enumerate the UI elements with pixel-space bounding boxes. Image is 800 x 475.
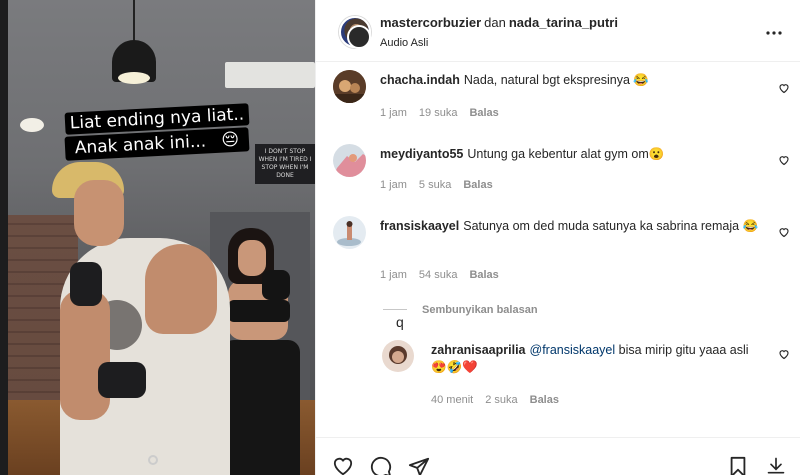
caption-line-2: Anak anak ini... — [69, 130, 212, 161]
send-icon[interactable] — [408, 456, 432, 475]
person-one-glove-right — [98, 362, 146, 398]
comment-text: chacha.indah Nada, natural bgt ekspresiny… — [380, 72, 775, 89]
comment-username[interactable]: fransiskaayel — [380, 219, 459, 233]
comment-text: fransiskaayel Satunya om ded muda satunya… — [380, 218, 775, 235]
comment-list[interactable]: chacha.indah Nada, natural bgt ekspresiny… — [316, 62, 800, 437]
reply-username[interactable]: zahranisaaprilia — [431, 343, 526, 357]
reply-text: zahranisaaprilia @fransiskaayel bisa miri… — [431, 342, 771, 376]
person-two-glove — [262, 270, 290, 300]
reply-button[interactable]: Balas — [469, 269, 498, 281]
post-header: mastercorbuzier dan nada_tarina_putri Audi… — [316, 0, 800, 62]
thread-divider — [383, 309, 407, 310]
comment-username[interactable]: chacha.indah — [380, 73, 460, 87]
lamp-wire — [133, 0, 135, 42]
person-two-face — [238, 240, 266, 276]
avatar-secondary[interactable] — [347, 25, 371, 49]
comment-time[interactable]: 1 jam — [380, 269, 407, 281]
video-caption: Liat ending nya liat.. Anak anak ini... … — [62, 103, 252, 162]
person-one-shoulder — [145, 244, 217, 334]
avatar[interactable] — [333, 216, 366, 249]
heart-icon[interactable] — [778, 226, 791, 239]
author-username[interactable]: mastercorbuzier — [380, 15, 481, 30]
heart-icon[interactable] — [332, 456, 356, 475]
video-indicator-icon — [148, 455, 158, 465]
author-separator: dan — [484, 15, 506, 30]
reply-button[interactable]: Balas — [463, 179, 492, 191]
comment-meta: 1 jam 5 suka Balas — [380, 179, 505, 191]
comment-body: Satunya om ded muda satunya ka sabrina r… — [463, 219, 759, 233]
comment-likes[interactable]: 19 suka — [419, 107, 458, 119]
comment-likes[interactable]: 5 suka — [419, 179, 451, 191]
post-authors: mastercorbuzier dan nada_tarina_putri — [380, 15, 618, 30]
person-one-face — [74, 180, 124, 246]
comment-icon[interactable] — [370, 456, 394, 475]
lamp-glow — [118, 72, 150, 84]
reply-likes[interactable]: 2 suka — [485, 394, 517, 406]
download-icon[interactable] — [766, 456, 790, 475]
heart-icon[interactable] — [778, 348, 791, 361]
comment-meta: 1 jam 19 suka Balas — [380, 107, 511, 119]
action-bar — [316, 437, 800, 475]
reply-button[interactable]: Balas — [469, 107, 498, 119]
person-two-top — [228, 300, 290, 322]
gym-sign: I DON'T STOP WHEN I'M TIRED I STOP WHEN … — [255, 144, 315, 184]
comment-text: meydiyanto55 Untung ga kebentur alat gym … — [380, 146, 775, 163]
comment-time[interactable]: 1 jam — [380, 179, 407, 191]
reply-meta: 40 menit 2 suka Balas — [431, 394, 571, 406]
reply-mention[interactable]: @fransiskaayel — [530, 343, 616, 357]
air-conditioner — [225, 62, 315, 88]
heart-icon[interactable] — [778, 154, 791, 167]
comment-meta: 1 jam 54 suka Balas — [380, 269, 511, 281]
person-one-glove-left — [70, 262, 102, 306]
caption-emoji: 😔 — [215, 128, 245, 153]
comment-time[interactable]: 1 jam — [380, 107, 407, 119]
hide-replies-button[interactable]: Sembunyikan balasan — [422, 304, 538, 316]
post-side-panel: mastercorbuzier dan nada_tarina_putri Audi… — [315, 0, 800, 475]
avatar[interactable] — [333, 144, 366, 177]
video-player[interactable]: I DON'T STOP WHEN I'M TIRED I STOP WHEN … — [0, 0, 315, 475]
audio-label[interactable]: Audio Asli — [380, 37, 428, 49]
coauthor-username[interactable]: nada_tarina_putri — [509, 15, 618, 30]
heart-icon[interactable] — [778, 82, 791, 95]
reply-button[interactable]: Balas — [530, 394, 559, 406]
bookmark-icon[interactable] — [728, 456, 752, 475]
reply-body: bisa mirip gitu yaaa asli — [615, 343, 749, 357]
avatar[interactable] — [382, 340, 414, 372]
comment-likes[interactable]: 54 suka — [419, 269, 458, 281]
video-edge — [0, 0, 8, 475]
stray-character: q — [396, 314, 404, 330]
avatar[interactable] — [333, 70, 366, 103]
comment-body: Nada, natural bgt ekspresinya 😂 — [463, 73, 649, 87]
reply-emojis: 😍🤣❤️ — [431, 360, 478, 374]
comment-body: Untung ga kebentur alat gym om😮 — [467, 147, 665, 161]
reply-time[interactable]: 40 menit — [431, 394, 473, 406]
more-horizontal-icon[interactable] — [766, 22, 782, 36]
wall-light — [20, 118, 44, 132]
person-one-arm — [60, 290, 110, 420]
person-two-legs — [222, 340, 300, 475]
comment-username[interactable]: meydiyanto55 — [380, 147, 463, 161]
